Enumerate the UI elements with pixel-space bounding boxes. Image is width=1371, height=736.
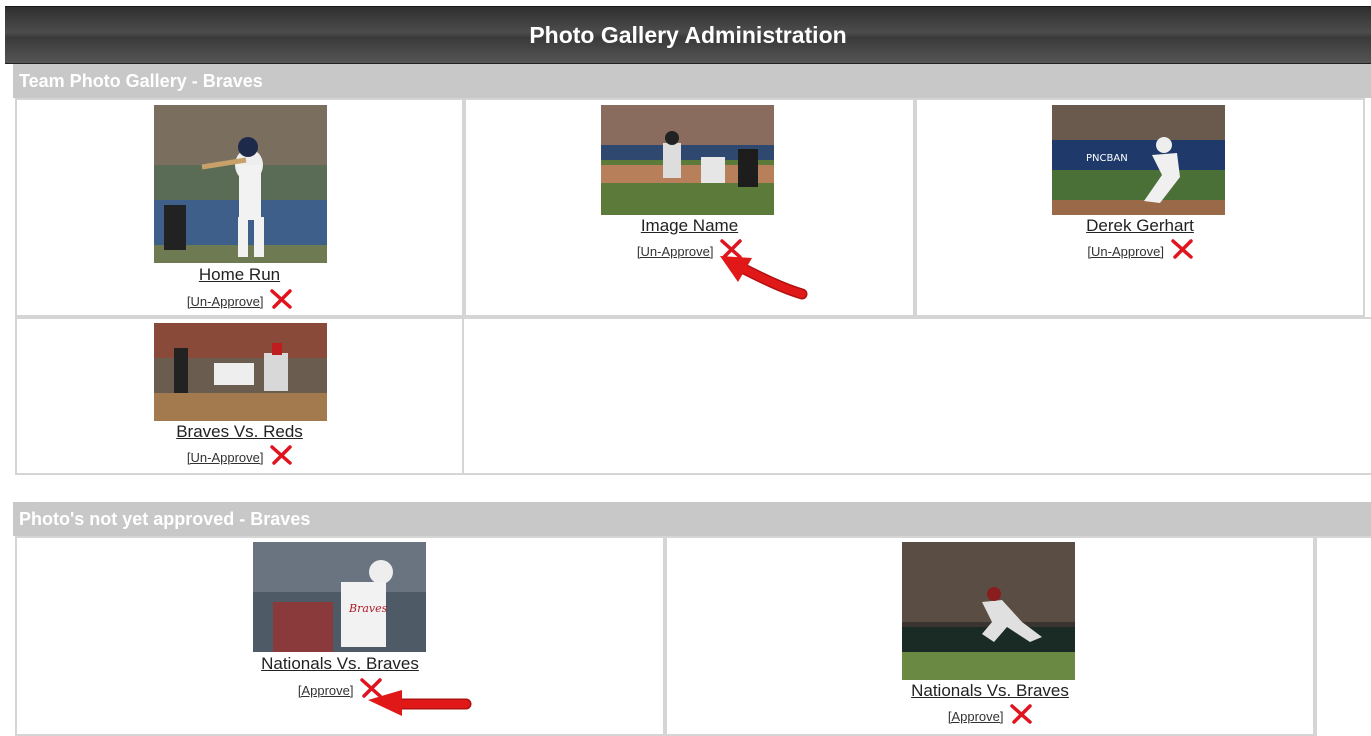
unapprove-link[interactable]: [Un-Approve] (187, 294, 264, 309)
photo-title-link[interactable]: Nationals Vs. Braves (17, 654, 663, 674)
pending-item-cell: Braves Nationals Vs. Braves [Approve] (15, 536, 665, 736)
unapprove-link[interactable]: [Un-Approve] (1087, 244, 1164, 259)
gallery-item-cell: Image Name [Un-Approve] (464, 98, 915, 317)
photo-actions: [Approve] (17, 678, 663, 698)
photo-thumbnail-braves-vs-reds[interactable] (154, 323, 327, 421)
photo-thumbnail-derek-gerhart[interactable]: PNCBAN (1052, 105, 1225, 215)
gallery-section-title: Team Photo Gallery - Braves (19, 71, 263, 91)
page-title: Photo Gallery Administration (529, 21, 847, 48)
gallery-item-cell: PNCBAN Derek Gerhart [Un-Approve] (915, 98, 1365, 317)
photo-thumbnail-nationals-vs-braves[interactable] (902, 542, 1075, 680)
svg-text:PNCBAN: PNCBAN (1086, 153, 1128, 164)
photo-title-link[interactable]: Derek Gerhart (917, 216, 1363, 236)
red-x-icon[interactable] (1010, 704, 1032, 724)
photo-thumbnail-image-name[interactable] (601, 105, 774, 215)
photo-thumbnail-home-run[interactable] (154, 105, 327, 263)
photo-thumbnail-nationals-vs-braves[interactable]: Braves (253, 542, 426, 652)
unapprove-link[interactable]: [Un-Approve] (637, 244, 714, 259)
svg-text:Braves: Braves (348, 602, 388, 615)
page-title-bar: Photo Gallery Administration (5, 6, 1371, 64)
photo-actions: [Un-Approve] (917, 239, 1363, 259)
photo-title-link[interactable]: Braves Vs. Reds (17, 422, 462, 442)
red-x-icon[interactable] (270, 289, 292, 309)
photo-title-link[interactable]: Home Run (17, 265, 462, 285)
photo-title-link[interactable]: Image Name (466, 216, 913, 236)
photo-title-link[interactable]: Nationals Vs. Braves (667, 681, 1313, 701)
approve-link[interactable]: [Approve] (948, 709, 1004, 724)
gallery-section-header: Team Photo Gallery - Braves (13, 64, 1371, 98)
red-x-icon[interactable] (1170, 239, 1193, 259)
empty-grid-area (1315, 536, 1371, 736)
pending-section-header: Photo's not yet approved - Braves (13, 502, 1371, 536)
approve-link[interactable]: [Approve] (298, 683, 354, 698)
photo-actions: [Approve] (667, 704, 1313, 724)
red-x-icon[interactable] (270, 445, 292, 465)
unapprove-link[interactable]: [Un-Approve] (187, 450, 264, 465)
empty-grid-area (464, 317, 1371, 475)
photo-actions: [Un-Approve] (17, 445, 462, 465)
gallery-item-cell: Home Run [Un-Approve] (15, 98, 464, 317)
red-arrow-icon (368, 690, 472, 716)
photo-actions: [Un-Approve] (466, 239, 913, 259)
pending-item-cell: Nationals Vs. Braves [Approve] (665, 536, 1315, 736)
red-arrow-icon (720, 256, 808, 300)
gallery-item-cell: Braves Vs. Reds [Un-Approve] (15, 317, 464, 475)
pending-section-title: Photo's not yet approved - Braves (19, 509, 311, 529)
photo-actions: [Un-Approve] (17, 289, 462, 309)
